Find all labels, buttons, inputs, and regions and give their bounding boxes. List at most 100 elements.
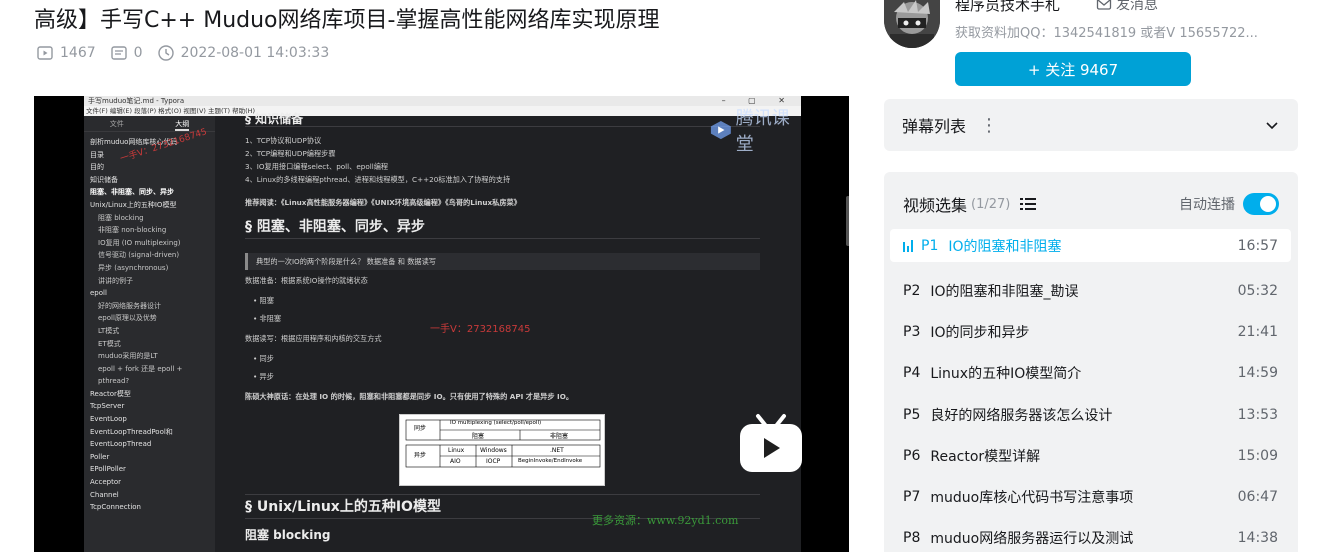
cell-aio: AIO bbox=[450, 458, 461, 465]
outline-item[interactable]: pthread? bbox=[90, 375, 209, 388]
bilibili-tv-icon bbox=[740, 414, 802, 472]
episode-item[interactable]: P6 Reactor模型详解 15:09 bbox=[890, 435, 1291, 476]
uploader-description: 获取资料加QQ：1342541819 或者V 15655722... bbox=[955, 26, 1258, 41]
uploader-avatar[interactable] bbox=[884, 0, 940, 48]
tab-files: 文件 bbox=[109, 120, 124, 128]
episode-duration: 21:41 bbox=[1237, 323, 1278, 340]
episode-number: P3 bbox=[903, 323, 921, 340]
chevron-down-icon[interactable] bbox=[1264, 117, 1280, 133]
outline-item[interactable]: Channel bbox=[90, 489, 209, 502]
outline-item[interactable]: ET模式 bbox=[90, 338, 209, 351]
doc-scrollbar bbox=[846, 196, 849, 246]
episode-number: P6 bbox=[903, 447, 921, 464]
heading-knowledge: § 知识储备 bbox=[245, 112, 304, 126]
danmaku-stat: 0 bbox=[110, 44, 143, 62]
episode-list-panel: 视频选集 (1/27) 自动连播 P1 IO的阻塞和非阻塞 16:57 P2 IO的阻塞… bbox=[884, 172, 1298, 552]
outline-item[interactable]: 知识储备 bbox=[90, 174, 209, 187]
outline-item[interactable]: epoll bbox=[90, 287, 209, 300]
tencent-classroom-logo: 腾讯课堂 bbox=[710, 104, 801, 156]
episode-duration: 14:38 bbox=[1237, 530, 1278, 547]
danmaku-icon bbox=[110, 46, 127, 60]
episode-title-text: IO的阻塞和非阻塞 bbox=[948, 238, 1062, 255]
cell-block: 阻塞 bbox=[472, 433, 485, 440]
bullet-nonblock: • 非阻塞 bbox=[253, 314, 282, 323]
outline-item[interactable]: 信号驱动 (signal-driven) bbox=[90, 249, 209, 262]
uploader-name[interactable]: 程序员技术手札 bbox=[955, 0, 1060, 15]
heading-blocking-sub: 阻塞 blocking bbox=[245, 528, 331, 542]
date-text: 2022-08-01 14:03:33 bbox=[180, 45, 330, 61]
autoplay-toggle[interactable] bbox=[1243, 193, 1279, 215]
outline-item[interactable]: 讲讲的例子 bbox=[90, 275, 209, 288]
divider bbox=[245, 126, 760, 127]
send-message-link[interactable]: 发消息 bbox=[1096, 0, 1158, 14]
outline-item[interactable]: EventLoop bbox=[90, 413, 209, 426]
heading-unix: § Unix/Linux上的五种IO模型 bbox=[245, 499, 441, 515]
episode-item[interactable]: P8 muduo网络服务器运行以及测试 14:38 bbox=[890, 518, 1291, 552]
outline-item[interactable]: LT模式 bbox=[90, 325, 209, 338]
outline-item[interactable]: 好的网络服务器设计 bbox=[90, 300, 209, 313]
outline-item[interactable]: Reactor模型 bbox=[90, 388, 209, 401]
episode-header: 视频选集 (1/27) 自动连播 bbox=[903, 192, 1279, 216]
episode-title-text: Reactor模型详解 bbox=[930, 448, 1041, 465]
episode-item[interactable]: P7 muduo库核心代码书写注意事项 06:47 bbox=[890, 476, 1291, 517]
outline-item[interactable]: IO复用 (IO multiplexing) bbox=[90, 237, 209, 250]
publish-date: 2022-08-01 14:03:33 bbox=[157, 44, 330, 62]
outline-item[interactable]: muduo采用的是LT bbox=[90, 350, 209, 363]
outline-item[interactable]: epoll + fork 还是 epoll + bbox=[90, 363, 209, 376]
episode-number: P4 bbox=[903, 365, 921, 382]
episode-item[interactable]: P5 良好的网络服务器该怎么设计 13:53 bbox=[890, 394, 1291, 435]
episode-count: (1/27) bbox=[971, 196, 1011, 212]
episode-duration: 06:47 bbox=[1237, 489, 1278, 506]
episode-item[interactable]: P4 Linux的五种IO模型简介 14:59 bbox=[890, 353, 1291, 394]
divider bbox=[245, 494, 760, 495]
episode-number: P1 bbox=[921, 237, 939, 254]
list-view-icon[interactable] bbox=[1020, 197, 1037, 211]
episode-item[interactable]: P2 IO的阻塞和非阻塞_勘误 05:32 bbox=[890, 270, 1291, 311]
episode-title-text: muduo网络服务器运行以及测试 bbox=[930, 531, 1134, 548]
outline-item[interactable]: 阻塞、非阻塞、同步、异步 bbox=[90, 186, 209, 199]
danmaku-list-panel[interactable]: 弹幕列表 ⋮ bbox=[884, 99, 1298, 151]
episode-title-text: 良好的网络服务器该怎么设计 bbox=[930, 407, 1113, 424]
episode-duration: 16:57 bbox=[1237, 237, 1278, 254]
cell-nonblock: 非阻塞 bbox=[550, 433, 569, 440]
list-line-2: 2、TCP编程和UDP编程步骤 bbox=[245, 149, 336, 158]
outline-item[interactable]: TcpConnection bbox=[90, 501, 209, 514]
outline-item[interactable]: 非阻塞 non-blocking bbox=[90, 224, 209, 237]
outline-item[interactable]: TcpServer bbox=[90, 400, 209, 413]
cell-begininvoke: BeginInvoke/EndInvoke bbox=[518, 458, 583, 464]
episode-number: P7 bbox=[903, 489, 921, 506]
cell-iocp: IOCP bbox=[486, 458, 501, 465]
episode-number: P8 bbox=[903, 530, 921, 547]
bullet-async: • 异步 bbox=[253, 372, 274, 381]
typora-sidebar: 文件 大纲 剖析muduo网络库核心代码 目录 目的 知识储备 阻塞、非阻塞、同步、异步… bbox=[84, 116, 215, 552]
outline-item[interactable]: 异步 (asynchronous) bbox=[90, 262, 209, 275]
video-player[interactable]: 手写muduo笔记.md - Typora – ▢ ✕ 文件(F) 编辑(E) … bbox=[34, 96, 849, 552]
outline-item[interactable]: 阻塞 blocking bbox=[90, 212, 209, 225]
outline-item[interactable]: epoll原理以及优势 bbox=[90, 312, 209, 325]
outline-item[interactable]: EventLoopThreadPool和 bbox=[90, 426, 209, 439]
episode-items: P1 IO的阻塞和非阻塞 16:57 P2 IO的阻塞和非阻塞_勘误 05:32 P3 IO的… bbox=[890, 229, 1291, 552]
episode-title-text: Linux的五种IO模型简介 bbox=[930, 366, 1082, 383]
play-count-icon bbox=[37, 46, 53, 60]
episode-item[interactable]: P3 IO的同步和异步 21:41 bbox=[890, 311, 1291, 352]
follow-button[interactable]: + 关注 9467 bbox=[955, 52, 1191, 86]
autoplay-label: 自动连播 bbox=[1179, 197, 1235, 213]
episode-item[interactable]: P1 IO的阻塞和非阻塞 16:57 bbox=[890, 229, 1291, 262]
quote-block: 典型的一次IO的两个阶段是什么？ 数据准备 和 数据读写 bbox=[245, 253, 760, 270]
outline-item[interactable]: Poller bbox=[90, 451, 209, 464]
outline-item[interactable]: Unix/Linux上的五种IO模型 bbox=[90, 199, 209, 212]
episode-title-text: muduo库核心代码书写注意事项 bbox=[930, 490, 1134, 507]
watermark-mid: 一手V：2732168745 bbox=[430, 324, 531, 335]
outline-item[interactable]: Acceptor bbox=[90, 476, 209, 489]
outline-item[interactable]: 目的 bbox=[90, 161, 209, 174]
outline-item[interactable]: EventLoopThread bbox=[90, 438, 209, 451]
screen-capture: 手写muduo笔记.md - Typora – ▢ ✕ 文件(F) 编辑(E) … bbox=[84, 96, 849, 552]
outline-item[interactable]: EPollPoller bbox=[90, 463, 209, 476]
episode-number: P2 bbox=[903, 282, 921, 299]
episode-duration: 14:59 bbox=[1237, 365, 1278, 382]
episode-number: P5 bbox=[903, 406, 921, 423]
message-icon bbox=[1096, 0, 1112, 10]
more-options-icon[interactable]: ⋮ bbox=[980, 115, 998, 136]
clock-icon bbox=[157, 45, 174, 61]
tencent-logo-icon bbox=[710, 120, 731, 140]
